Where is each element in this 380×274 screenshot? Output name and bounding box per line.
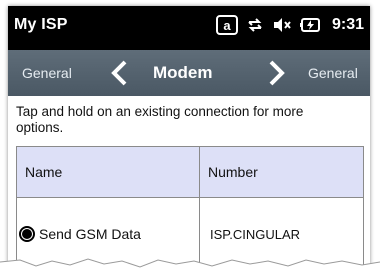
svg-text:a: a (223, 18, 231, 33)
status-bar: My ISP a 9:31 (8, 6, 370, 50)
connection-name: Send GSM Data (39, 226, 141, 242)
torn-edge (0, 258, 380, 274)
keyboard-a-icon[interactable]: a (215, 15, 238, 35)
nav-prev-tab[interactable]: General (22, 65, 72, 81)
column-header-number[interactable]: Number (200, 147, 363, 197)
data-transfer-icon (246, 16, 264, 34)
nav-bar: General Modem General (8, 50, 370, 96)
status-icons: a 9:31 (215, 15, 364, 35)
column-header-name[interactable]: Name (17, 147, 200, 197)
content-area: Tap and hold on an existing connection f… (8, 96, 370, 274)
chevron-left-icon[interactable] (108, 59, 130, 92)
radio-selected-icon[interactable] (19, 226, 35, 242)
nav-current-tab: Modem (153, 63, 213, 82)
battery-charging-icon (299, 17, 322, 33)
hint-text: Tap and hold on an existing connection f… (16, 104, 304, 135)
app-title: My ISP (14, 16, 68, 33)
chevron-right-icon[interactable] (266, 59, 288, 92)
nav-next-tab[interactable]: General (308, 65, 358, 81)
speaker-mute-icon[interactable] (272, 16, 292, 34)
clock: 9:31 (331, 16, 364, 33)
table-header: Name Number (17, 147, 363, 198)
device-screen: My ISP a 9:31 General Modem General Tap … (8, 6, 370, 274)
